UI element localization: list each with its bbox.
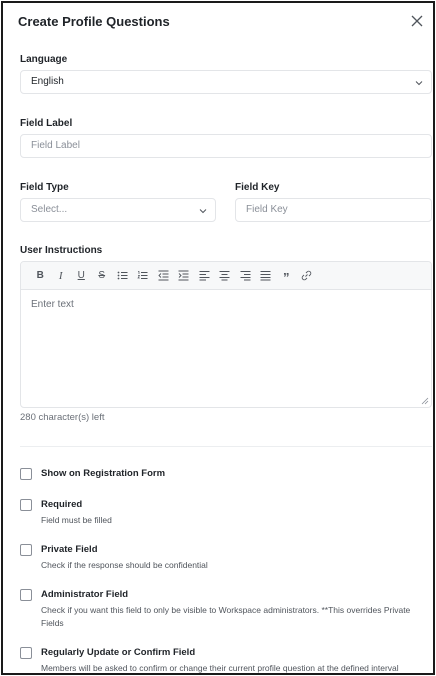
show-on-registration-checkbox[interactable] — [20, 468, 32, 480]
option-description: Check if the response should be confiden… — [41, 560, 208, 570]
chevron-down-icon — [199, 209, 207, 214]
chevron-down-icon — [415, 81, 423, 86]
regularly-update-checkbox[interactable] — [20, 647, 32, 659]
language-select[interactable]: English — [20, 70, 432, 94]
quote-icon: ” — [283, 270, 290, 285]
align-right-icon — [240, 271, 251, 281]
align-right-button[interactable] — [235, 266, 256, 286]
close-icon[interactable] — [409, 13, 425, 29]
link-button[interactable] — [297, 266, 318, 286]
option-private-field: Private Field Check if the response shou… — [20, 544, 432, 574]
dialog-title: Create Profile Questions — [18, 14, 170, 29]
language-value: English — [31, 76, 64, 87]
align-center-icon — [219, 271, 230, 281]
numbered-list-icon — [137, 271, 148, 279]
option-administrator-field: Administrator Field Check if you want th… — [20, 589, 432, 633]
field-type-placeholder: Select... — [31, 204, 68, 215]
indent-button[interactable] — [174, 266, 195, 286]
character-counter: 280 character(s) left — [20, 412, 105, 423]
resize-handle-icon[interactable] — [420, 396, 429, 405]
option-description: Members will be asked to confirm or chan… — [41, 663, 399, 673]
align-left-icon — [199, 271, 210, 281]
option-required: Required Field must be filled — [20, 499, 432, 529]
field-key-label: Field Key — [235, 182, 280, 193]
outdent-button[interactable] — [153, 266, 174, 286]
link-icon — [302, 270, 312, 281]
italic-button[interactable]: I — [51, 266, 72, 286]
underline-button[interactable]: U — [71, 266, 92, 286]
user-instructions-label: User Instructions — [20, 245, 103, 256]
bold-button[interactable]: B — [30, 266, 51, 286]
strikethrough-icon: S — [98, 270, 106, 281]
editor-placeholder: Enter text — [31, 299, 74, 310]
align-left-button[interactable] — [194, 266, 215, 286]
indent-icon — [178, 270, 189, 281]
option-regularly-update: Regularly Update or Confirm Field Member… — [20, 647, 432, 673]
create-profile-questions-dialog: Create Profile Questions Language Englis… — [1, 1, 435, 675]
required-checkbox[interactable] — [20, 499, 32, 511]
field-label-label: Field Label — [20, 118, 73, 129]
field-type-select[interactable]: Select... — [20, 198, 216, 222]
option-title: Regularly Update or Confirm Field — [41, 647, 196, 658]
blockquote-button[interactable]: ” — [276, 266, 297, 286]
numbered-list-button[interactable] — [133, 266, 154, 286]
option-description: Check if you want this field to only be … — [41, 605, 411, 628]
option-title: Administrator Field — [41, 589, 129, 600]
underline-icon: U — [77, 270, 85, 281]
option-description: Field must be filled — [41, 515, 112, 525]
field-label-input[interactable]: Field Label — [20, 134, 432, 158]
align-justify-button[interactable] — [256, 266, 277, 286]
option-title: Show on Registration Form — [41, 468, 166, 479]
language-label: Language — [20, 54, 68, 65]
option-show-on-registration: Show on Registration Form — [20, 468, 432, 484]
administrator-field-checkbox[interactable] — [20, 589, 32, 601]
editor-toolbar: B I U S ” — [21, 262, 431, 290]
bullet-list-icon — [117, 271, 128, 280]
option-title: Required — [41, 499, 83, 510]
field-key-input[interactable]: Field Key — [235, 198, 432, 222]
close-button[interactable] — [409, 13, 425, 29]
field-type-label: Field Type — [20, 182, 69, 193]
rich-text-editor[interactable]: B I U S ” Enter text — [20, 261, 432, 408]
align-center-button[interactable] — [215, 266, 236, 286]
bullet-list-button[interactable] — [112, 266, 133, 286]
align-justify-icon — [260, 271, 271, 281]
outdent-icon — [158, 270, 169, 281]
strikethrough-button[interactable]: S — [92, 266, 113, 286]
section-divider — [20, 446, 432, 447]
option-title: Private Field — [41, 544, 98, 555]
italic-icon: I — [58, 269, 63, 282]
private-field-checkbox[interactable] — [20, 544, 32, 556]
bold-icon: B — [36, 270, 44, 281]
